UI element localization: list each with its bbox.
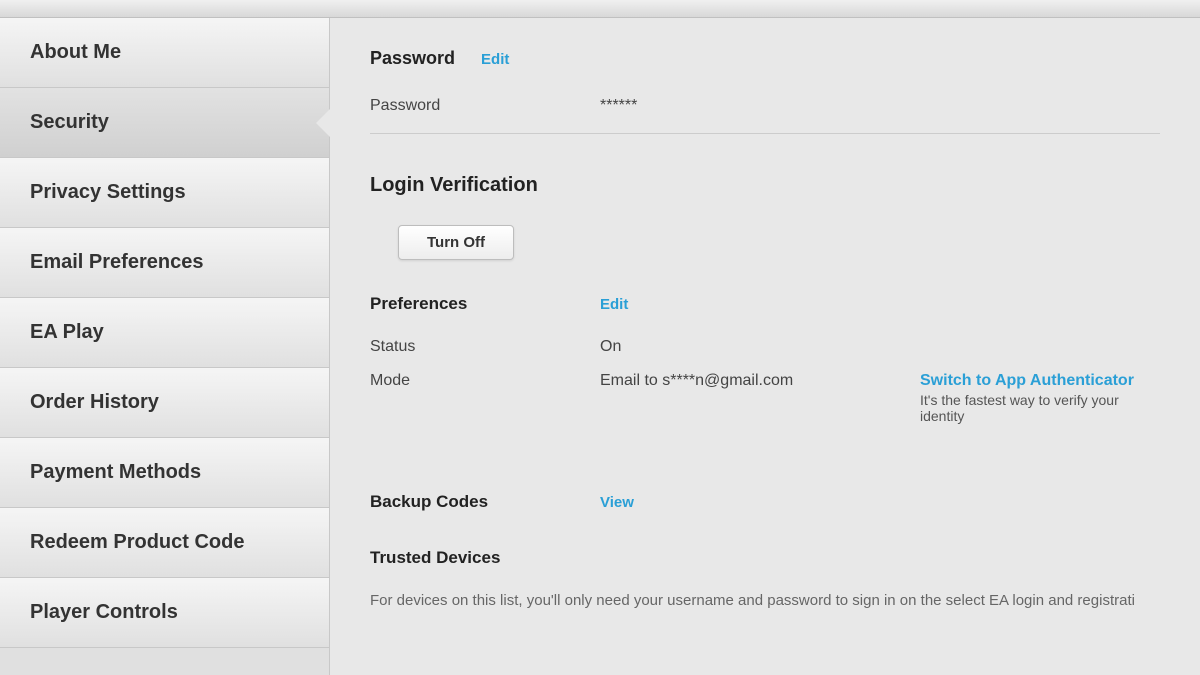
sidebar-item-ea-play[interactable]: EA Play <box>0 298 329 368</box>
backup-codes-header: Backup Codes View <box>370 492 1160 512</box>
sidebar-item-email-preferences[interactable]: Email Preferences <box>0 228 329 298</box>
login-verification-title: Login Verification <box>370 174 1160 197</box>
backup-codes-view-link[interactable]: View <box>600 494 634 511</box>
password-row: Password ****** <box>370 89 1160 123</box>
trusted-devices-description: For devices on this list, you'll only ne… <box>370 592 1160 609</box>
main-content: Password Edit Password ****** Login Veri… <box>330 18 1200 675</box>
divider <box>370 133 1160 134</box>
preferences-edit-link[interactable]: Edit <box>600 296 628 313</box>
backup-codes-title: Backup Codes <box>370 492 600 512</box>
container: About Me Security Privacy Settings Email… <box>0 18 1200 675</box>
mode-label: Mode <box>370 372 600 390</box>
sidebar-item-privacy-settings[interactable]: Privacy Settings <box>0 158 329 228</box>
switch-authenticator-block: Switch to App Authenticator It's the fas… <box>900 372 1160 424</box>
trusted-devices-title: Trusted Devices <box>370 548 1160 568</box>
sidebar-item-security[interactable]: Security <box>0 88 329 158</box>
top-bar <box>0 0 1200 18</box>
mode-value: Email to s****n@gmail.com <box>600 372 900 390</box>
status-value: On <box>600 338 1160 356</box>
password-label: Password <box>370 97 600 115</box>
status-row: Status On <box>370 330 1160 364</box>
switch-authenticator-link[interactable]: Switch to App Authenticator <box>920 372 1160 390</box>
status-label: Status <box>370 338 600 356</box>
sidebar-item-payment-methods[interactable]: Payment Methods <box>0 438 329 508</box>
preferences-header: Preferences Edit <box>370 294 1160 314</box>
mode-row: Mode Email to s****n@gmail.com Switch to… <box>370 364 1160 432</box>
sidebar-item-player-controls[interactable]: Player Controls <box>0 578 329 648</box>
sidebar-item-about-me[interactable]: About Me <box>0 18 329 88</box>
password-title: Password <box>370 48 455 69</box>
password-header: Password Edit <box>370 48 1160 69</box>
switch-authenticator-subtext: It's the fastest way to verify your iden… <box>920 392 1160 424</box>
sidebar: About Me Security Privacy Settings Email… <box>0 18 330 675</box>
password-value: ****** <box>600 97 1160 115</box>
sidebar-item-order-history[interactable]: Order History <box>0 368 329 438</box>
preferences-title: Preferences <box>370 294 600 314</box>
password-edit-link[interactable]: Edit <box>481 51 509 68</box>
turn-off-button[interactable]: Turn Off <box>398 225 514 260</box>
sidebar-item-redeem-product-code[interactable]: Redeem Product Code <box>0 508 329 578</box>
